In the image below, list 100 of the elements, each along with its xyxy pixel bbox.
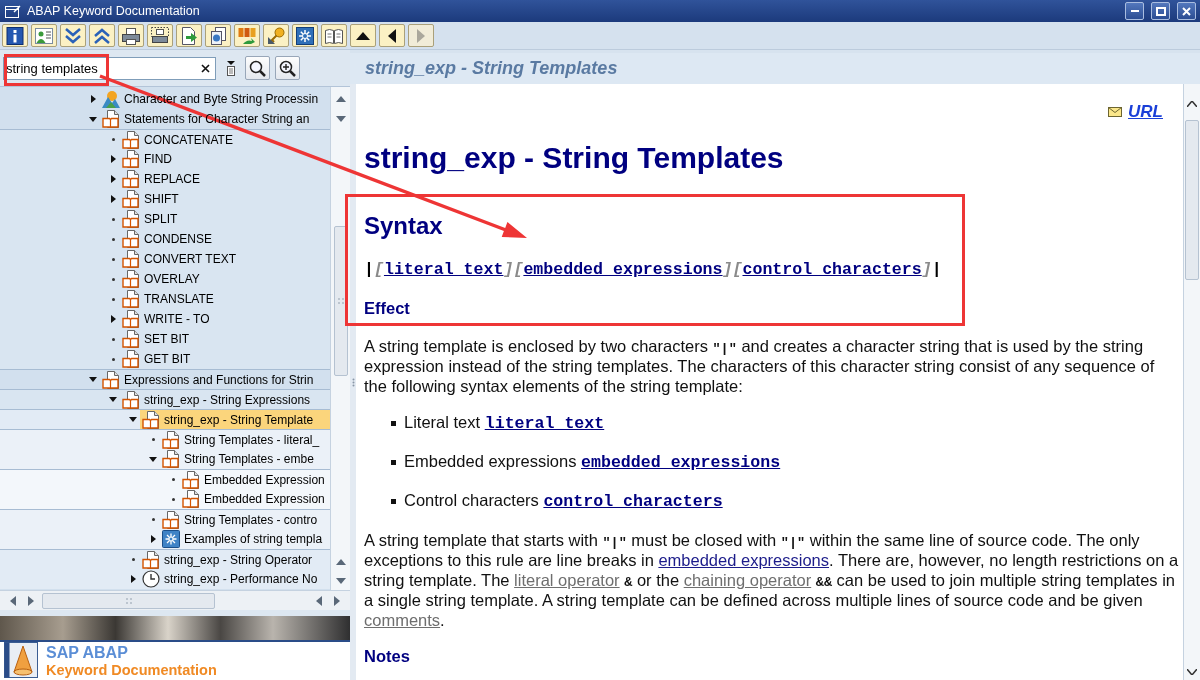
scroll-up-icon[interactable] xyxy=(335,559,346,565)
triangle-down-icon[interactable] xyxy=(149,456,157,462)
triangle-down-icon[interactable] xyxy=(89,377,97,382)
link[interactable]: literal operator xyxy=(514,571,620,589)
tree-item[interactable]: OVERLAY xyxy=(120,269,330,289)
bullet-icon xyxy=(111,138,115,141)
link[interactable]: control_characters xyxy=(543,492,723,511)
printer-icon xyxy=(122,26,140,45)
book-document-icon xyxy=(162,510,180,529)
window-icon xyxy=(5,4,21,18)
tree-item[interactable]: String Templates - literal_ xyxy=(160,430,330,449)
toolbar-button[interactable] xyxy=(176,24,202,47)
scroll-up-icon[interactable] xyxy=(1187,101,1197,107)
tree-item[interactable]: Embedded Expression xyxy=(180,470,330,489)
book-document-icon xyxy=(122,290,140,308)
tree-item[interactable]: string_exp - String Expressions xyxy=(120,390,330,409)
landscape-icon xyxy=(102,90,120,108)
tree-item[interactable]: string_exp - String Template xyxy=(140,410,330,429)
toolbar-button[interactable] xyxy=(263,24,289,47)
tree-item[interactable]: SHIFT xyxy=(120,189,330,209)
close-button[interactable] xyxy=(1177,2,1196,20)
list-dropdown-icon[interactable] xyxy=(226,60,236,76)
toolbar-button[interactable] xyxy=(350,24,376,47)
triangle-down-icon[interactable] xyxy=(109,397,117,402)
scroll-down-icon[interactable] xyxy=(335,578,346,584)
scroll-up-icon[interactable] xyxy=(335,96,346,102)
tree-item[interactable]: string_exp - String Operator xyxy=(140,550,330,569)
tree-item[interactable]: String Templates - contro xyxy=(160,510,330,529)
book-document-icon xyxy=(142,550,160,569)
scroll-down-icon[interactable] xyxy=(1187,669,1197,675)
tree-item[interactable]: Embedded Expression xyxy=(180,489,330,509)
book-document-icon xyxy=(122,390,140,409)
tree-item[interactable]: TRANSLATE xyxy=(120,289,330,309)
search-field[interactable]: string templates xyxy=(3,56,216,80)
bullet-icon xyxy=(391,498,396,504)
book-document-icon xyxy=(122,130,140,149)
tree-item[interactable]: SET BIT xyxy=(120,329,330,349)
book-document-icon xyxy=(122,170,140,188)
tree-item[interactable]: SPLIT xyxy=(120,209,330,229)
triangle-right-icon[interactable] xyxy=(110,155,116,163)
link[interactable]: embedded_expressions xyxy=(581,453,781,472)
tree-item[interactable]: Examples of string templa xyxy=(160,529,330,549)
tree-item[interactable]: String Templates - embe xyxy=(160,449,330,469)
toolbar-button[interactable] xyxy=(292,24,318,47)
bullet-icon xyxy=(111,217,115,221)
maximize-button[interactable] xyxy=(1151,2,1170,20)
toolbar-button[interactable] xyxy=(205,24,231,47)
section-heading: Effect xyxy=(364,298,411,318)
tree-item[interactable]: Expressions and Functions for Strin xyxy=(100,370,330,389)
triangle-right-icon[interactable] xyxy=(130,575,136,583)
grip-icon xyxy=(337,298,344,304)
paragraph: A string template that starts with "|" must be closed with "|" within the same line of source code. The only exceptions to this rule are line breaks in embedded expressions. There are, however, no length restrictions on a string template. The literal operator & or the chaining operator && can be used to join multiple string templates in a single string template. A string template can be defined across multiple lines of source code and be given comments. xyxy=(364,530,1179,630)
tree-item[interactable]: GET BIT xyxy=(120,349,330,369)
scroll-left-icon[interactable] xyxy=(316,595,322,606)
link[interactable]: embedded_expressions xyxy=(523,260,723,279)
tree-item[interactable]: string_exp - Performance No xyxy=(140,569,330,589)
url-link[interactable]: URL xyxy=(1128,102,1163,122)
scroll-left-icon[interactable] xyxy=(10,595,16,606)
link[interactable]: literal_text xyxy=(484,414,605,433)
link[interactable]: chaining operator xyxy=(683,571,812,589)
book-document-icon xyxy=(162,430,180,449)
toolbar-button[interactable] xyxy=(379,24,405,47)
clear-icon[interactable] xyxy=(201,63,210,73)
double-up-chevron-icon xyxy=(93,26,111,45)
triangle-right-icon[interactable] xyxy=(150,535,156,543)
toolbar-button[interactable] xyxy=(321,24,347,47)
minimize-icon xyxy=(1130,10,1139,12)
scroll-right-icon[interactable] xyxy=(28,595,34,606)
key-icon xyxy=(267,26,285,45)
minimize-button[interactable] xyxy=(1125,2,1144,20)
scrollbar-thumb[interactable] xyxy=(1185,120,1199,280)
triangle-right-icon[interactable] xyxy=(90,95,96,103)
paragraph: A string template is enclosed by two characters "|" and creates a character string that is used by the string expression instead of the string templates. The characters of this character string consist of any sequence of the following syntax elements of the string template: xyxy=(364,336,1156,396)
tree-item[interactable]: REPLACE xyxy=(120,169,330,189)
list-item-text: Literal text literal_text xyxy=(404,412,605,434)
scroll-down-icon[interactable] xyxy=(335,116,346,122)
scrollbar-thumb[interactable] xyxy=(42,592,215,609)
tree-item[interactable]: WRITE - TO xyxy=(120,309,330,329)
search-next-button[interactable] xyxy=(275,56,300,80)
triangle-right-icon[interactable] xyxy=(110,175,116,183)
scroll-right-icon[interactable] xyxy=(334,595,340,606)
toolbar-button[interactable] xyxy=(147,24,173,47)
tree-item[interactable]: FIND xyxy=(120,149,330,169)
scrollbar-thumb[interactable] xyxy=(333,226,348,376)
tree-item[interactable]: CONVERT TEXT xyxy=(120,249,330,269)
triangle-down-icon[interactable] xyxy=(129,417,137,422)
link[interactable]: control_characters xyxy=(742,260,922,279)
book-document-icon xyxy=(142,410,160,429)
triangle-right-icon[interactable] xyxy=(110,195,116,203)
section-heading: Syntax xyxy=(364,212,444,240)
toolbar-button[interactable] xyxy=(2,24,28,47)
tree-item[interactable]: CONCATENATE xyxy=(120,130,330,149)
toolbar-button[interactable] xyxy=(118,24,144,47)
link[interactable]: literal_text xyxy=(383,260,504,279)
envelope-icon xyxy=(1108,107,1123,117)
link[interactable]: embedded expressions xyxy=(658,551,829,569)
triangle-down-icon[interactable] xyxy=(89,116,97,122)
search-button[interactable] xyxy=(245,56,270,80)
triangle-right-icon[interactable] xyxy=(110,315,116,323)
tree-item[interactable]: CONDENSE xyxy=(120,229,330,249)
